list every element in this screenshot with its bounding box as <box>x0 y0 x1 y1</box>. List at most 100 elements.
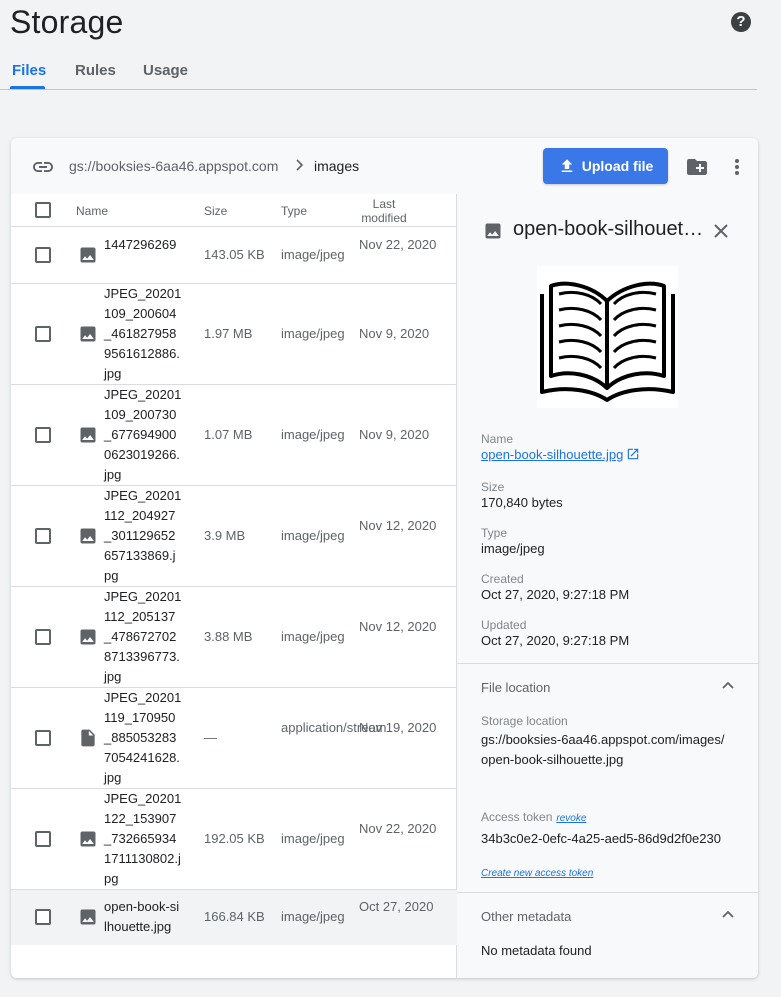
file-size: — <box>204 730 217 745</box>
row-checkbox[interactable] <box>35 629 51 645</box>
table-row[interactable]: JPEG_20201112_204927_301129652657133869.… <box>11 486 457 587</box>
storage-browser-card: gs://booksies-6aa46.appspot.com images U… <box>11 138 758 978</box>
details-title: open-book-silhouette.jpg <box>513 218 705 240</box>
row-checkbox[interactable] <box>35 909 51 925</box>
file-type: image/jpeg <box>281 528 345 543</box>
table-row[interactable]: JPEG_20201112_205137_4786727028713396773… <box>11 587 457 688</box>
table-header: Name Size Type Last modified <box>11 194 457 227</box>
header-last-modified[interactable]: Last modified <box>359 197 409 225</box>
file-size: 1.97 MB <box>204 326 253 341</box>
file-name: JPEG_20201109_200730_6776949000623019266… <box>104 387 182 482</box>
file-type: image/jpeg <box>281 427 345 442</box>
size-label: Size <box>481 480 505 494</box>
file-modified: Nov 22, 2020 <box>359 821 437 836</box>
file-name: JPEG_20201112_205137_4786727028713396773… <box>104 589 182 684</box>
image-icon <box>80 247 96 263</box>
image-icon <box>80 831 96 847</box>
file-type: image/jpeg <box>281 909 345 924</box>
page-header: Storage ? Files Rules Usage <box>0 0 781 92</box>
breadcrumb-bucket[interactable]: gs://booksies-6aa46.appspot.com <box>69 158 278 174</box>
browser-toolbar: gs://booksies-6aa46.appspot.com images U… <box>11 138 758 194</box>
file-modified: Nov 9, 2020 <box>359 326 430 341</box>
table-row-selected[interactable]: open-book-silhouette.jpg 166.84 KB image… <box>11 890 457 945</box>
open-in-new-icon <box>628 448 639 460</box>
type-value: image/jpeg <box>481 541 545 556</box>
file-name-link[interactable]: open-book-silhouette.jpg <box>481 447 640 462</box>
divider <box>457 892 758 893</box>
file-name: 1447296269 <box>104 237 177 252</box>
storage-location-label: Storage location <box>481 714 568 728</box>
row-checkbox[interactable] <box>35 326 51 342</box>
no-metadata-text: No metadata found <box>481 943 592 958</box>
link-icon[interactable] <box>31 155 55 179</box>
page-title: Storage <box>10 4 124 40</box>
file-table: Name Size Type Last modified 1447296269 … <box>11 194 457 978</box>
file-name: JPEG_20201109_200604_4618279589561612886… <box>104 286 182 381</box>
row-checkbox[interactable] <box>35 831 51 847</box>
breadcrumb-folder: images <box>314 158 360 174</box>
file-type: image/jpeg <box>281 831 345 846</box>
other-metadata-header[interactable]: Other metadata <box>481 909 571 924</box>
row-checkbox[interactable] <box>35 730 51 746</box>
chevron-up-icon[interactable] <box>719 676 737 694</box>
file-modified: Nov 22, 2020 <box>359 237 437 252</box>
header-type[interactable]: Type <box>281 204 307 218</box>
header-name[interactable]: Name <box>76 204 108 218</box>
row-checkbox[interactable] <box>35 247 51 263</box>
new-folder-icon[interactable] <box>685 155 709 179</box>
access-token-label: Access token <box>481 810 553 824</box>
row-checkbox[interactable] <box>35 528 51 544</box>
select-all-checkbox[interactable] <box>35 202 51 218</box>
chevron-up-icon[interactable] <box>719 905 737 923</box>
upload-file-label: Upload file <box>581 158 654 174</box>
table-row[interactable]: 1447296269 143.05 KB image/jpeg Nov 22, … <box>11 227 457 284</box>
file-details-panel: open-book-silhouette.jpg Name open-book-… <box>457 194 758 978</box>
table-row[interactable]: JPEG_20201119_170950_8850532837054241628… <box>11 688 457 789</box>
file-modified: Nov 9, 2020 <box>359 427 430 442</box>
more-vert-icon[interactable] <box>729 155 745 179</box>
file-size: 143.05 KB <box>204 247 265 262</box>
created-value: Oct 27, 2020, 9:27:18 PM <box>481 587 630 602</box>
storage-location-value: gs://booksies-6aa46.appspot.com/images/o… <box>481 732 725 767</box>
file-name: JPEG_20201119_170950_8850532837054241628… <box>104 690 182 785</box>
file-modified: Nov 19, 2020 <box>359 720 437 735</box>
file-name-link-text: open-book-silhouette.jpg <box>481 447 624 462</box>
row-checkbox[interactable] <box>35 427 51 443</box>
file-size: 3.9 MB <box>204 528 246 543</box>
header-size[interactable]: Size <box>204 204 227 218</box>
tab-rules[interactable]: Rules <box>75 62 116 90</box>
file-size: 3.88 MB <box>204 629 253 644</box>
active-tab-indicator <box>10 86 45 89</box>
table-row[interactable]: JPEG_20201122_153907_7326659341711130802… <box>11 789 457 890</box>
upload-file-button[interactable]: Upload file <box>543 148 668 184</box>
close-icon[interactable] <box>710 220 732 242</box>
file-type: image/jpeg <box>281 326 345 341</box>
access-token-row: Access token revoke <box>481 810 586 824</box>
image-icon <box>80 528 96 544</box>
file-type: image/jpeg <box>281 629 345 644</box>
image-icon <box>80 427 96 443</box>
file-size: 166.84 KB <box>204 909 265 924</box>
file-name: JPEG_20201122_153907_7326659341711130802… <box>104 791 182 886</box>
file-size: 192.05 KB <box>204 831 265 846</box>
type-label: Type <box>481 526 508 540</box>
tab-usage[interactable]: Usage <box>143 62 188 90</box>
table-row[interactable]: JPEG_20201109_200604_4618279589561612886… <box>11 284 457 385</box>
image-icon <box>80 326 96 342</box>
file-type: image/jpeg <box>281 247 345 262</box>
file-name: JPEG_20201112_204927_301129652657133869.… <box>104 488 182 583</box>
access-token-value: 34b3c0e2-0efc-4a25-aed5-86d9d2f0e230 <box>481 831 721 846</box>
chevron-right-icon <box>296 159 304 171</box>
create-access-token-link[interactable]: Create new access token <box>481 868 593 879</box>
help-icon[interactable]: ? <box>731 12 751 32</box>
file-location-header[interactable]: File location <box>481 680 550 695</box>
file-type: application/stream <box>281 720 387 735</box>
file-name: open-book-silhouette.jpg <box>104 899 180 934</box>
revoke-link[interactable]: revoke <box>556 813 586 824</box>
upload-icon <box>561 159 572 172</box>
created-label: Created <box>481 572 524 586</box>
image-icon <box>80 629 96 645</box>
table-row[interactable]: JPEG_20201109_200730_6776949000623019266… <box>11 385 457 486</box>
document-icon <box>81 729 95 747</box>
updated-value: Oct 27, 2020, 9:27:18 PM <box>481 633 630 648</box>
